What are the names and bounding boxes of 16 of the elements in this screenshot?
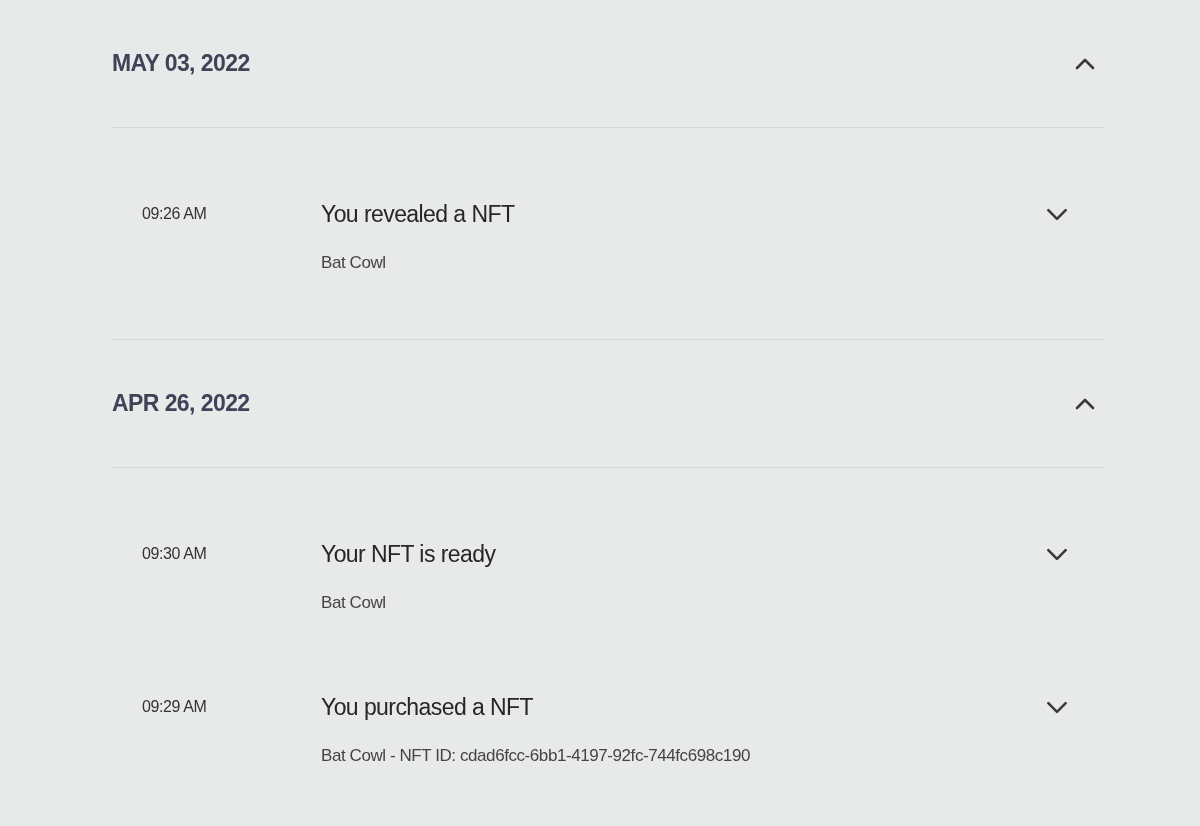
chevron-down-icon[interactable]: [1046, 207, 1068, 221]
event-detail: Bat Cowl: [321, 252, 386, 275]
chevron-up-icon[interactable]: [1075, 397, 1095, 410]
event-detail: Bat Cowl: [321, 592, 386, 615]
chevron-up-icon[interactable]: [1075, 57, 1095, 70]
event-title: You revealed a NFT: [321, 199, 515, 229]
chevron-down-icon[interactable]: [1046, 700, 1068, 714]
event-time: 09:29 AM: [142, 697, 207, 717]
event-title: You purchased a NFT: [321, 692, 533, 722]
event-time: 09:26 AM: [142, 204, 207, 224]
chevron-down-icon[interactable]: [1046, 547, 1068, 561]
date-heading: MAY 03, 2022: [112, 49, 250, 79]
event-detail: Bat Cowl - NFT ID: cdad6fcc-6bb1-4197-92fc-744fc698c190: [321, 745, 750, 768]
date-heading: APR 26, 2022: [112, 389, 250, 419]
event-time: 09:30 AM: [142, 544, 207, 564]
event-title: Your NFT is ready: [321, 539, 496, 569]
